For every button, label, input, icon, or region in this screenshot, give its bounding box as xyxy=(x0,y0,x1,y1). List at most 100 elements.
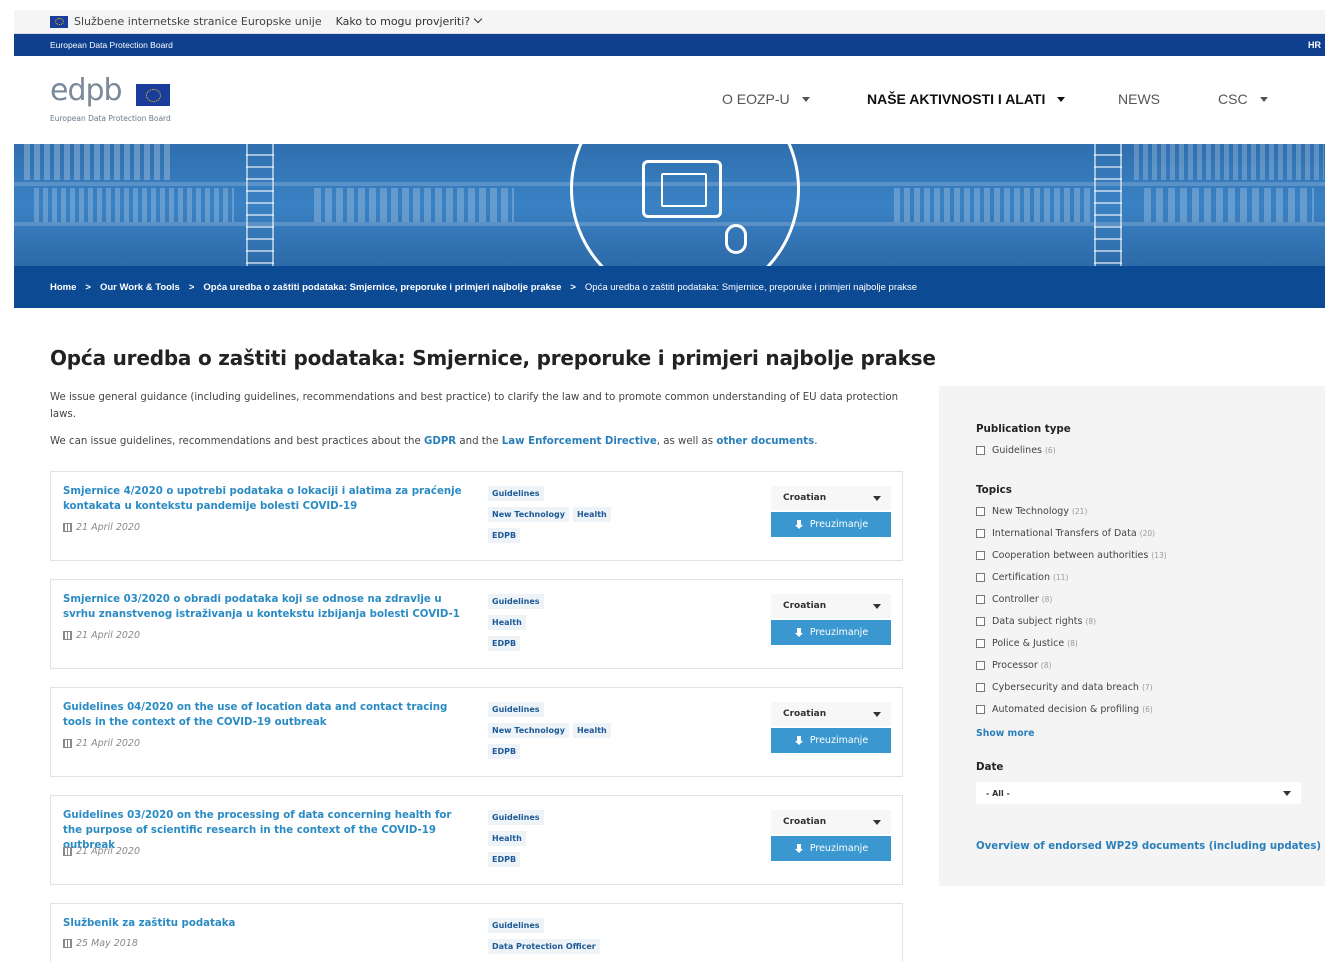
topics-heading: Topics xyxy=(976,484,1012,496)
breadcrumb-our-work[interactable]: Our Work & Tools xyxy=(100,282,180,293)
caret-down-icon xyxy=(1057,96,1066,102)
caret-down-icon xyxy=(801,96,810,102)
breadcrumb-gdpr[interactable]: Opća uredba o zaštiti podataka: Smjernic… xyxy=(203,282,561,293)
checkbox[interactable] xyxy=(976,573,985,582)
edpb-logo[interactable]: edpb European Data Protection Board xyxy=(50,74,190,126)
breadcrumb-current: Opća uredba o zaštiti podataka: Smjernic… xyxy=(584,281,918,293)
calendar-icon xyxy=(63,847,72,856)
site-header: edpb European Data Protection Board O EO… xyxy=(14,56,1325,144)
intro-text: We issue general guidance (including gui… xyxy=(50,392,899,420)
document-title-link[interactable]: Smjernice 03/2020 o obradi podataka koji… xyxy=(63,592,463,622)
filter-topic[interactable]: New Technology (21) xyxy=(976,506,1087,517)
tag-topic[interactable]: Health xyxy=(572,507,611,522)
filter-topic[interactable]: Cooperation between authorities (13) xyxy=(976,550,1167,561)
checkbox[interactable] xyxy=(976,507,985,516)
document-tags: Guidelines Health EDPB xyxy=(488,594,688,657)
caret-down-icon xyxy=(873,820,881,825)
download-button[interactable]: Preuzimanje xyxy=(771,728,891,753)
logo-subtitle: European Data Protection Board xyxy=(50,114,171,123)
nav-about[interactable]: O EOZP-U xyxy=(722,91,810,107)
document-card: Guidelines 03/2020 on the processing of … xyxy=(50,795,903,885)
breadcrumb-separator: > xyxy=(85,281,91,293)
checkbox[interactable] xyxy=(976,683,985,692)
other-documents-link[interactable]: other documents xyxy=(716,436,814,447)
tag-body[interactable]: EDPB xyxy=(488,852,521,867)
download-icon xyxy=(794,627,804,638)
verify-link[interactable]: Kako to mogu provjeriti? xyxy=(336,14,483,28)
law-enforcement-directive-link[interactable]: Law Enforcement Directive xyxy=(502,436,657,447)
tag-publication-type[interactable]: Guidelines xyxy=(488,486,544,501)
download-button[interactable]: Preuzimanje xyxy=(771,836,891,861)
download-button[interactable]: Preuzimanje xyxy=(771,512,891,537)
checkbox[interactable] xyxy=(976,446,985,455)
checkbox[interactable] xyxy=(976,617,985,626)
document-date: 21 April 2020 xyxy=(63,522,140,533)
caret-down-icon xyxy=(873,604,881,609)
tag-topic[interactable]: New Technology xyxy=(488,723,569,738)
document-tags: Guidelines New Technology Health EDPB xyxy=(488,702,688,765)
download-icon xyxy=(794,519,804,530)
tag-publication-type[interactable]: Guidelines xyxy=(488,810,544,825)
checkbox[interactable] xyxy=(976,551,985,560)
language-select[interactable]: Croatian xyxy=(771,486,891,510)
date-select[interactable]: - All - xyxy=(976,782,1301,804)
document-date: 21 April 2020 xyxy=(63,846,140,857)
filter-topic[interactable]: Certification (11) xyxy=(976,572,1068,583)
breadcrumb-separator: > xyxy=(188,281,195,293)
document-tags: Guidelines Data Protection Officer xyxy=(488,918,688,960)
breadcrumb: Home > Our Work & Tools > Opća uredba o … xyxy=(14,266,1325,308)
language-select[interactable]: Croatian xyxy=(771,594,891,618)
checkbox[interactable] xyxy=(976,639,985,648)
eu-flag-icon xyxy=(50,15,68,28)
filter-topic[interactable]: Automated decision & profiling (6) xyxy=(976,704,1153,715)
document-card: Smjernice 03/2020 o obradi podataka koji… xyxy=(50,579,903,669)
filter-topic[interactable]: Cybersecurity and data breach (7) xyxy=(976,682,1153,693)
language-select[interactable]: Croatian xyxy=(771,810,891,834)
wp29-overview-link[interactable]: Overview of endorsed WP29 documents (inc… xyxy=(976,841,1321,852)
filter-topic[interactable]: Data subject rights (8) xyxy=(976,616,1096,627)
filter-topic[interactable]: Police & Justice (8) xyxy=(976,638,1078,649)
document-title-link[interactable]: Guidelines 04/2020 on the use of locatio… xyxy=(63,700,463,730)
checkbox[interactable] xyxy=(976,529,985,538)
checkbox[interactable] xyxy=(976,661,985,670)
calendar-icon xyxy=(63,631,72,640)
tag-publication-type[interactable]: Guidelines xyxy=(488,918,544,933)
document-date: 21 April 2020 xyxy=(63,630,140,641)
language-select[interactable]: Croatian xyxy=(771,702,891,726)
caret-down-icon xyxy=(873,712,881,717)
download-button[interactable]: Preuzimanje xyxy=(771,620,891,645)
nav-csc[interactable]: CSC xyxy=(1218,91,1268,107)
breadcrumb-separator: > xyxy=(570,281,576,293)
document-card: Smjernice 4/2020 o upotrebi podataka o l… xyxy=(50,471,903,561)
language-switcher[interactable]: HR xyxy=(1308,40,1321,50)
filter-topic[interactable]: International Transfers of Data (20) xyxy=(976,528,1155,539)
filter-sidebar: Publication type Guidelines (6) Topics Ne… xyxy=(939,386,1325,886)
document-date: 21 April 2020 xyxy=(63,738,140,749)
eu-official-bar: Službene internetske stranice Europske u… xyxy=(14,10,1325,34)
tag-topic[interactable]: Health xyxy=(572,723,611,738)
tag-topic[interactable]: Health xyxy=(488,615,526,630)
gdpr-link[interactable]: GDPR xyxy=(424,436,456,447)
tag-body[interactable]: EDPB xyxy=(488,528,521,543)
filter-guidelines[interactable]: Guidelines (6) xyxy=(976,445,1056,456)
download-icon xyxy=(794,735,804,746)
tag-publication-type[interactable]: Guidelines xyxy=(488,594,544,609)
tag-topic[interactable]: Data Protection Officer xyxy=(488,939,600,954)
filter-topic[interactable]: Processor (8) xyxy=(976,660,1051,671)
checkbox[interactable] xyxy=(976,595,985,604)
tag-topic[interactable]: New Technology xyxy=(488,507,569,522)
breadcrumb-home[interactable]: Home xyxy=(50,282,76,293)
tag-topic[interactable]: Health xyxy=(488,831,526,846)
tag-body[interactable]: EDPB xyxy=(488,636,521,651)
caret-down-icon xyxy=(1283,791,1291,796)
tag-publication-type[interactable]: Guidelines xyxy=(488,702,544,717)
filter-topic[interactable]: Controller (8) xyxy=(976,594,1052,605)
nav-news[interactable]: NEWS xyxy=(1118,91,1160,107)
checkbox[interactable] xyxy=(976,705,985,714)
download-icon xyxy=(794,843,804,854)
document-title-link[interactable]: Službenik za zaštitu podataka xyxy=(63,916,463,931)
show-more-link[interactable]: Show more xyxy=(976,728,1035,739)
nav-our-work[interactable]: NAŠE AKTIVNOSTI I ALATI xyxy=(867,91,1066,107)
tag-body[interactable]: EDPB xyxy=(488,744,521,759)
document-title-link[interactable]: Smjernice 4/2020 o upotrebi podataka o l… xyxy=(63,484,463,514)
